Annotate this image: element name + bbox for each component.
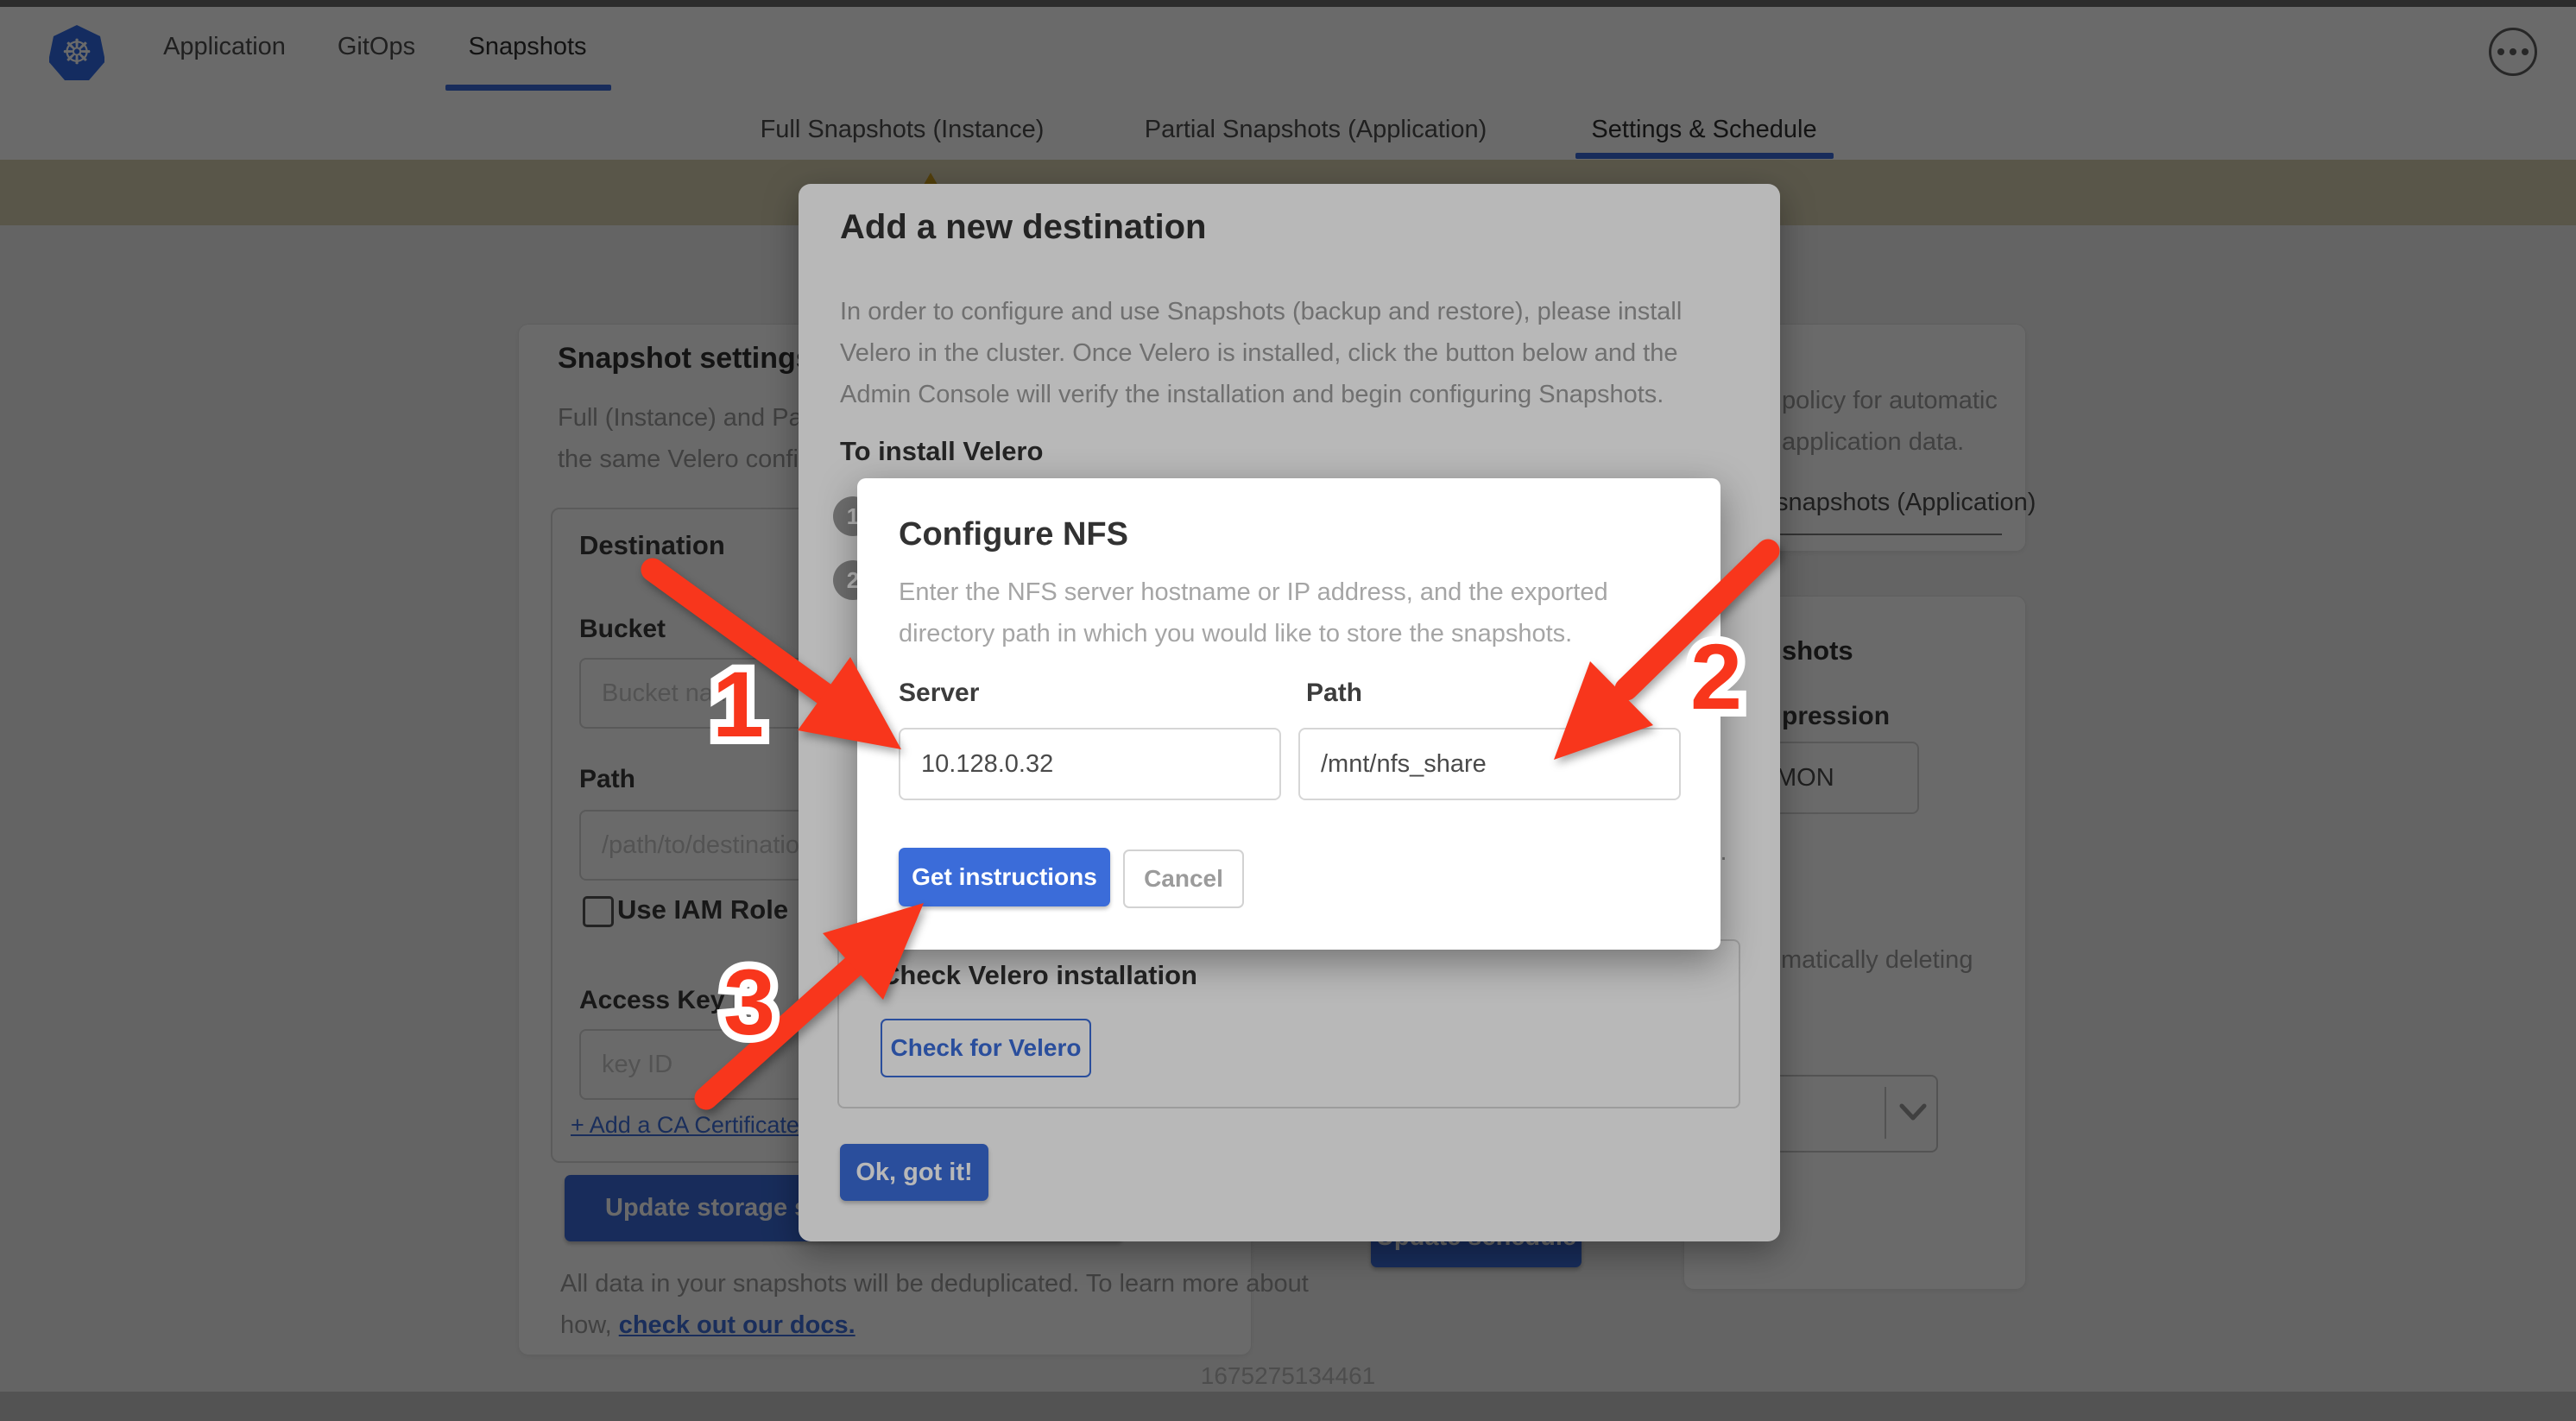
get-instructions-button[interactable]: Get instructions (899, 848, 1110, 906)
dialog-description-line1: Enter the NFS server hostname or IP addr… (899, 578, 1608, 607)
nfs-server-input[interactable] (899, 728, 1281, 800)
nfs-path-input[interactable] (1298, 728, 1681, 800)
server-label: Server (899, 679, 979, 708)
cancel-button[interactable]: Cancel (1123, 849, 1244, 908)
path-label: Path (1306, 679, 1362, 708)
dialog-description-line2: directory path in which you would like t… (899, 620, 1572, 648)
dialog-title: Configure NFS (899, 516, 1128, 553)
configure-nfs-dialog: Configure NFS Enter the NFS server hostn… (857, 478, 1720, 950)
admin-console-page: ☸ Application GitOps Snapshots Full Snap… (0, 0, 2576, 1421)
